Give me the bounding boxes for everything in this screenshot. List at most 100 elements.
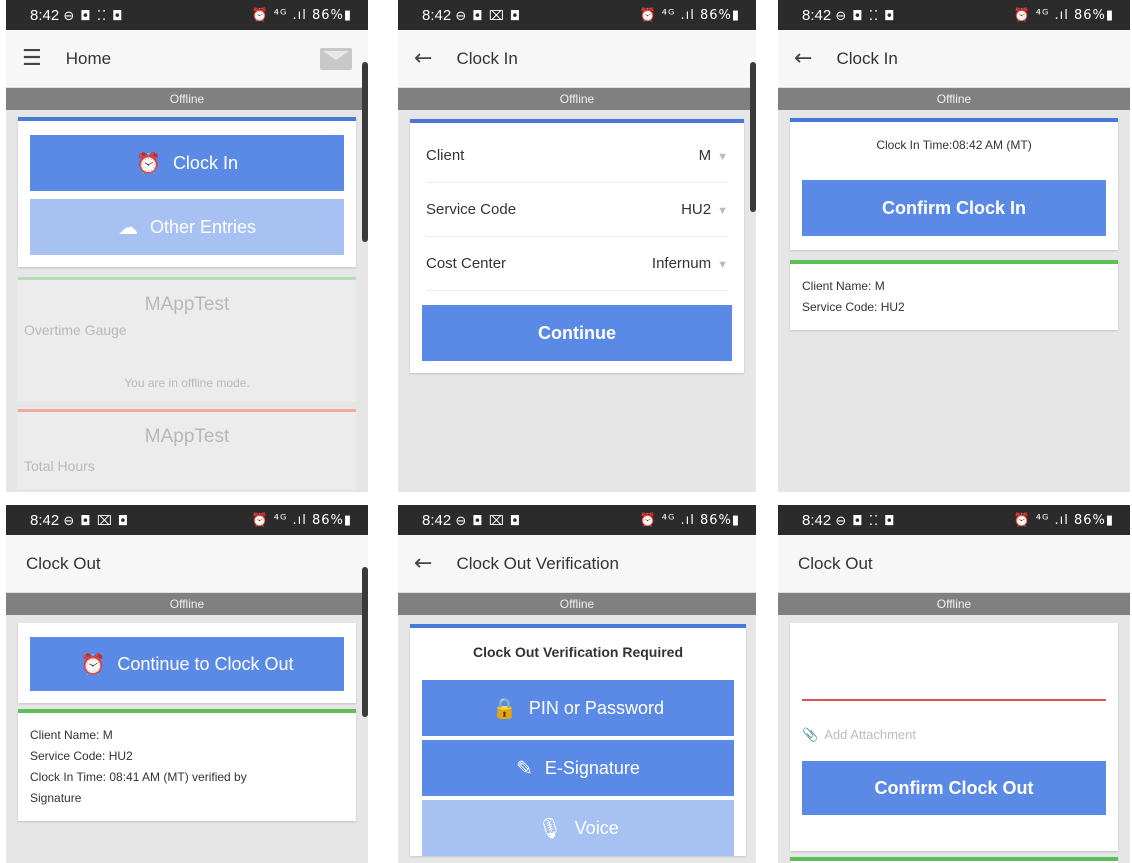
other-entries-label: Other Entries bbox=[149, 216, 257, 237]
status-bar: 8:42 ⊖ ◘ ⁚⁚ ◘ ⏰ ⁴ᴳ .ıl 86%▮ bbox=[6, 0, 368, 30]
field-value: HU2 bbox=[681, 201, 712, 218]
verification-heading: Clock Out Verification Required bbox=[472, 644, 684, 660]
status-icons-right: ⏰ ⁴ᴳ .ıl 86%▮ bbox=[1013, 512, 1114, 528]
card-name: MAppTest bbox=[144, 426, 230, 447]
entry-info-card: Client Name: M Service Code: HU2 bbox=[790, 260, 1118, 330]
alarm-clock-icon: ⏰ bbox=[136, 151, 161, 175]
app-bar: ← Clock In bbox=[778, 30, 1130, 88]
status-icons-left: ⊖ ◘ ⌧ ◘ bbox=[455, 8, 522, 24]
status-bar: 8:42 ⊖ ◘ ⁚⁚ ◘ ⏰ ⁴ᴳ .ıl 86%▮ bbox=[778, 505, 1130, 535]
page-title: Home bbox=[65, 48, 112, 68]
status-icons-left: ⊖ ◘ ⁚⁚ ◘ bbox=[835, 8, 896, 24]
offline-banner: Offline bbox=[6, 593, 368, 615]
app-bar: ← Clock Out Verification bbox=[398, 535, 756, 593]
status-icons-left: ⊖ ◘ ⁚⁚ ◘ bbox=[63, 8, 124, 24]
confirm-clock-out-label: Confirm Clock Out bbox=[874, 777, 1034, 798]
status-icons-left: ⊖ ◘ ⌧ ◘ bbox=[63, 513, 130, 529]
back-arrow-icon[interactable]: ← bbox=[414, 46, 432, 71]
status-time: 8:42 bbox=[30, 6, 60, 24]
offline-banner: Offline bbox=[398, 593, 756, 615]
verification-method: Signature bbox=[30, 791, 82, 805]
service-code: Service Code: HU2 bbox=[30, 749, 133, 763]
scrollbar[interactable] bbox=[750, 62, 756, 212]
field-value: Infernum bbox=[651, 255, 712, 272]
card-label: Total Hours bbox=[24, 458, 95, 474]
continue-to-clock-out-label: Continue to Clock Out bbox=[117, 653, 294, 674]
dropdown-caret-icon: ▼ bbox=[717, 151, 728, 163]
cost-center-select[interactable]: Cost Center Infernum ▼ bbox=[426, 237, 728, 291]
status-icons-right: ⏰ ⁴ᴳ .ıl 86%▮ bbox=[251, 7, 352, 23]
total-hours-card: MAppTest Total Hours bbox=[18, 409, 356, 489]
e-signature-button[interactable]: ✎ E-Signature bbox=[422, 740, 734, 796]
pin-password-button[interactable]: 🔒 PIN or Password bbox=[422, 680, 734, 736]
clock-out-confirm-card: 📎 Add Attachment Confirm Clock Out bbox=[790, 623, 1118, 851]
status-icons-right: ⏰ ⁴ᴳ .ıl 86%▮ bbox=[639, 512, 740, 528]
status-time: 8:42 bbox=[802, 511, 832, 529]
continue-button[interactable]: Continue bbox=[422, 305, 732, 361]
voice-button[interactable]: 🎙 Voice bbox=[422, 800, 734, 856]
offline-banner: Offline bbox=[778, 88, 1130, 110]
page-title: Clock Out bbox=[798, 553, 873, 573]
status-bar: 8:42 ⊖ ◘ ⌧ ◘ ⏰ ⁴ᴳ .ıl 86%▮ bbox=[6, 505, 368, 535]
verification-card: Clock Out Verification Required 🔒 PIN or… bbox=[410, 624, 746, 856]
clock-out-verification-screen: 8:42 ⊖ ◘ ⌧ ◘ ⏰ ⁴ᴳ .ıl 86%▮ ← Clock Out V… bbox=[398, 505, 756, 863]
app-bar: ← Clock In bbox=[398, 30, 756, 88]
card-label: Overtime Gauge bbox=[24, 322, 127, 338]
field-label: Cost Center bbox=[426, 255, 507, 272]
confirm-clock-out-screen: 8:42 ⊖ ◘ ⁚⁚ ◘ ⏰ ⁴ᴳ .ıl 86%▮ Clock Out Of… bbox=[778, 505, 1130, 863]
back-arrow-icon[interactable]: ← bbox=[794, 46, 812, 71]
service-code: Service Code: HU2 bbox=[802, 300, 905, 314]
status-bar: 8:42 ⊖ ◘ ⌧ ◘ ⏰ ⁴ᴳ .ıl 86%▮ bbox=[398, 0, 756, 30]
page-title: Clock In bbox=[456, 48, 518, 68]
card-name: MAppTest bbox=[144, 294, 230, 315]
status-time: 8:42 bbox=[802, 6, 832, 24]
status-time: 8:42 bbox=[422, 511, 452, 529]
clock-in-button[interactable]: ⏰ Clock In bbox=[30, 135, 344, 191]
status-bar: 8:42 ⊖ ◘ ⌧ ◘ ⏰ ⁴ᴳ .ıl 86%▮ bbox=[398, 505, 756, 535]
lock-icon: 🔒 bbox=[492, 696, 517, 720]
scrollbar[interactable] bbox=[362, 567, 368, 717]
status-icons-right: ⏰ ⁴ᴳ .ıl 86%▮ bbox=[639, 7, 740, 23]
cloud-icon: ☁ bbox=[117, 215, 138, 239]
clock-in-time: Clock In Time:08:42 AM (MT) bbox=[876, 138, 1032, 152]
confirm-clock-in-label: Confirm Clock In bbox=[881, 197, 1026, 218]
voice-label: Voice bbox=[574, 817, 619, 838]
clock-out-screen: 8:42 ⊖ ◘ ⌧ ◘ ⏰ ⁴ᴳ .ıl 86%▮ Clock Out Off… bbox=[6, 505, 368, 863]
app-bar: ☰ Home bbox=[6, 30, 368, 88]
continue-label: Continue bbox=[538, 322, 616, 343]
confirm-clock-out-button[interactable]: Confirm Clock Out bbox=[802, 761, 1106, 815]
status-icons-left: ⊖ ◘ ⌧ ◘ bbox=[455, 513, 522, 529]
mail-icon[interactable] bbox=[320, 47, 352, 70]
e-signature-label: E-Signature bbox=[544, 757, 640, 778]
hamburger-menu-icon[interactable]: ☰ bbox=[22, 46, 42, 71]
page-title: Clock Out bbox=[26, 553, 101, 573]
app-bar: Clock Out bbox=[6, 535, 368, 593]
entry-info-card bbox=[790, 857, 1118, 863]
dropdown-caret-icon: ▼ bbox=[717, 259, 728, 271]
offline-banner: Offline bbox=[778, 593, 1130, 615]
client-select[interactable]: Client M ▼ bbox=[426, 129, 728, 183]
page-title: Clock Out Verification bbox=[456, 553, 619, 573]
confirm-clock-in-screen: 8:42 ⊖ ◘ ⁚⁚ ◘ ⏰ ⁴ᴳ .ıl 86%▮ ← Clock In O… bbox=[778, 0, 1130, 492]
back-arrow-icon[interactable]: ← bbox=[414, 551, 432, 576]
scrollbar[interactable] bbox=[362, 62, 368, 242]
clock-in-time-verified: Clock In Time: 08:41 AM (MT) verified by bbox=[30, 770, 247, 784]
field-label: Service Code bbox=[426, 201, 517, 218]
confirm-clock-in-button[interactable]: Confirm Clock In bbox=[802, 180, 1106, 236]
dropdown-caret-icon: ▼ bbox=[717, 205, 728, 217]
client-name: Client Name: M bbox=[802, 279, 885, 293]
status-icons-right: ⏰ ⁴ᴳ .ıl 86%▮ bbox=[251, 512, 352, 528]
signature-input[interactable] bbox=[802, 623, 1106, 701]
clock-in-label: Clock In bbox=[172, 152, 238, 173]
client-name: Client Name: M bbox=[30, 728, 113, 742]
clock-out-card: ⏰ Continue to Clock Out bbox=[18, 623, 356, 703]
other-entries-button[interactable]: ☁ Other Entries bbox=[30, 199, 344, 255]
actions-card: ⏰ Clock In ☁ Other Entries bbox=[18, 117, 356, 267]
home-screen: 8:42 ⊖ ◘ ⁚⁚ ◘ ⏰ ⁴ᴳ .ıl 86%▮ ☰ Home Offli… bbox=[6, 0, 368, 492]
add-attachment-link[interactable]: 📎 Add Attachment bbox=[802, 727, 1106, 743]
continue-to-clock-out-button[interactable]: ⏰ Continue to Clock Out bbox=[30, 637, 344, 691]
offline-message: You are in offline mode. bbox=[124, 376, 250, 390]
field-label: Client bbox=[426, 147, 465, 164]
paperclip-icon: 📎 bbox=[802, 728, 819, 743]
service-code-select[interactable]: Service Code HU2 ▼ bbox=[426, 183, 728, 237]
